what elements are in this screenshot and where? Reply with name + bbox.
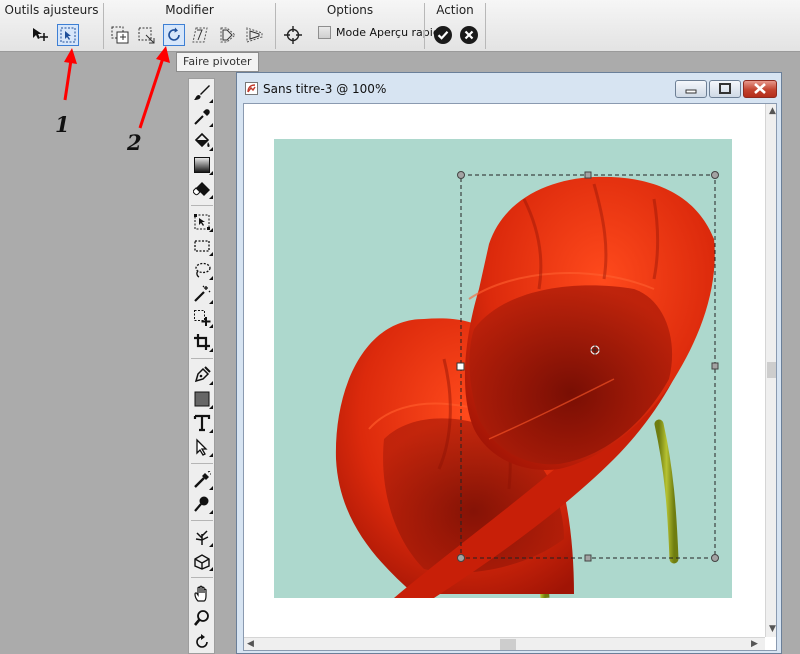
document-titlebar[interactable]: Sans titre-3 @ 100%: [237, 73, 781, 103]
tool-brush[interactable]: [192, 83, 213, 103]
perspective-icon: [246, 27, 263, 43]
scale-free-button[interactable]: [135, 24, 157, 46]
document-title: Sans titre-3 @ 100%: [263, 82, 387, 96]
tool-zoom[interactable]: [192, 608, 212, 628]
tool-direct-select[interactable]: [192, 437, 213, 457]
tools-separator: [191, 463, 213, 464]
tools-separator: [191, 520, 213, 521]
tool-3d-box[interactable]: [192, 551, 213, 571]
tools-separator: [191, 358, 213, 359]
hand-icon: [194, 585, 207, 602]
group-modify: Modifier: [104, 0, 275, 52]
document-window: Sans titre-3 @ 100% ▲ ▼ ◀ ▶: [236, 72, 782, 654]
tools-separator: [191, 205, 213, 206]
tool-transform[interactable]: [192, 212, 213, 232]
tool-spot-heal[interactable]: [192, 494, 213, 514]
annotation-arrow-1: [63, 48, 77, 101]
group-adjusters: Outils ajusteurs: [0, 0, 103, 52]
document-canvas-area[interactable]: ▲ ▼ ◀ ▶: [243, 103, 777, 651]
tool-tree-brush[interactable]: [192, 527, 213, 547]
rotate-icon: [168, 27, 180, 41]
scroll-right-icon[interactable]: ▶: [751, 639, 758, 649]
tool-pen[interactable]: [192, 365, 213, 385]
toolbar-separator: [485, 3, 486, 49]
close-button[interactable]: [743, 80, 777, 98]
close-icon: [754, 83, 766, 94]
tool-selection-add[interactable]: [192, 308, 213, 328]
crosshair-icon: [284, 26, 302, 44]
commit-button[interactable]: [432, 24, 454, 46]
group-title-options: Options: [326, 3, 374, 17]
cancel-button[interactable]: [458, 24, 480, 46]
tool-text[interactable]: [192, 413, 213, 433]
document-app-icon: [245, 82, 258, 95]
tool-rotate-view[interactable]: [192, 632, 212, 652]
minimize-button[interactable]: [675, 80, 707, 98]
tool-pin-light[interactable]: [192, 470, 213, 490]
rotate-tooltip: Faire pivoter: [176, 52, 259, 72]
skew-button[interactable]: [189, 24, 211, 46]
tool-fill[interactable]: [192, 131, 213, 151]
reference-point-button[interactable]: [282, 24, 304, 46]
checkmark-icon: [434, 26, 452, 44]
perspective-button[interactable]: [243, 24, 265, 46]
annotation-number-2: 2: [127, 130, 142, 155]
scroll-down-icon[interactable]: ▼: [769, 624, 776, 634]
tool-dropper[interactable]: [192, 107, 213, 127]
tools-palette: [188, 78, 215, 654]
tool-magic-wand[interactable]: [192, 284, 213, 304]
zoom-icon: [193, 610, 209, 626]
group-title-action: Action: [436, 3, 474, 17]
move-tool-button[interactable]: [29, 24, 51, 46]
horizontal-scroll-thumb[interactable]: [500, 639, 516, 650]
pick-tool-icon: [60, 27, 76, 43]
minimize-icon: [685, 89, 697, 94]
group-title-modify: Modifier: [165, 3, 214, 17]
group-options: Options Mode Aperçu rapide: [276, 0, 447, 52]
cancel-x-icon: [460, 26, 478, 44]
maximize-icon: [719, 83, 731, 94]
tool-eraser[interactable]: [192, 179, 213, 199]
skew-icon: [192, 27, 208, 43]
rotate-view-icon: [196, 634, 208, 648]
quick-preview-checkbox[interactable]: [318, 26, 331, 39]
distort-button[interactable]: [217, 24, 239, 46]
tool-crop[interactable]: [192, 332, 213, 352]
vertical-scrollbar[interactable]: ▲ ▼: [765, 104, 776, 637]
distort-icon: [220, 27, 236, 43]
move-arrow-icon: [33, 28, 48, 41]
scroll-left-icon[interactable]: ◀: [247, 639, 254, 649]
maximize-button[interactable]: [709, 80, 741, 98]
scale-free-icon: [138, 27, 155, 44]
scale-icon: [111, 26, 129, 44]
vertical-scroll-thumb[interactable]: [767, 362, 776, 378]
tool-gradient[interactable]: [192, 155, 213, 175]
pick-tool-button[interactable]: [57, 24, 79, 46]
tools-separator: [191, 577, 213, 578]
tool-hand[interactable]: [192, 584, 212, 604]
tool-marquee[interactable]: [192, 236, 213, 256]
annotation-number-1: 1: [55, 112, 70, 137]
scale-button[interactable]: [109, 24, 131, 46]
options-toolbar: Outils ajusteurs Modifier Options Mode A…: [0, 0, 800, 52]
rotate-button[interactable]: [163, 24, 185, 46]
horizontal-scrollbar[interactable]: ◀ ▶: [244, 637, 765, 650]
group-action: Action: [425, 0, 485, 52]
tool-lasso[interactable]: [192, 260, 213, 280]
group-title-adjusters: Outils ajusteurs: [4, 3, 99, 17]
annotation-arrow-2: [138, 46, 170, 129]
poppy-image[interactable]: [274, 139, 732, 598]
tool-rectangle-shape[interactable]: [192, 389, 213, 409]
scroll-up-icon[interactable]: ▲: [769, 106, 776, 116]
